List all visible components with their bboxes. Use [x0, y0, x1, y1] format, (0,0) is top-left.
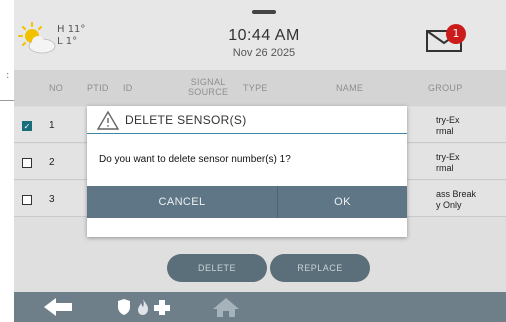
background-divider: [0, 100, 14, 101]
status-header: H 11° L 1° 10:44 AM Nov 26 2025 1: [14, 0, 506, 70]
dialog-actions: CANCEL OK: [87, 186, 407, 218]
footer-bar: [14, 292, 506, 322]
row-group-line1: try-Ex: [436, 152, 460, 162]
current-date: Nov 26 2025: [232, 47, 296, 59]
home-icon[interactable]: [212, 296, 240, 318]
column-signal-source: SIGNAL SOURCE: [188, 77, 228, 97]
police-shield-icon[interactable]: [116, 296, 132, 318]
row-group: try-Ex rmal: [436, 152, 506, 174]
partly-sunny-icon: [18, 22, 56, 54]
row-group-line1: try-Ex: [436, 115, 460, 125]
column-id: ID: [123, 83, 133, 93]
table-header: NO PTID ID SIGNAL SOURCE TYPE NAME GROUP: [14, 70, 506, 106]
clock: 10:44 AM Nov 26 2025: [209, 27, 319, 59]
row-group-line2: y Only: [436, 200, 462, 210]
dialog-title: DELETE SENSOR(S): [125, 113, 247, 127]
background-strip: :: [0, 0, 14, 322]
cancel-button[interactable]: CANCEL: [87, 186, 277, 218]
warning-icon: [97, 110, 119, 130]
column-signal-line2: SOURCE: [188, 87, 229, 97]
dialog-message: Do you want to delete sensor number(s) 1…: [99, 154, 291, 165]
pull-down-handle[interactable]: [252, 10, 276, 14]
row-checkbox[interactable]: ✓: [22, 121, 32, 131]
row-number: 3: [49, 194, 55, 205]
temperature-low: L 1°: [57, 36, 78, 47]
column-signal-line1: SIGNAL: [190, 77, 226, 87]
replace-button[interactable]: REPLACE: [270, 254, 370, 282]
row-group-line2: rmal: [436, 126, 454, 136]
messages-badge: 1: [446, 24, 466, 44]
background-fragment: :: [6, 70, 10, 81]
column-group: GROUP: [428, 83, 463, 93]
weather-temperatures: H 11° L 1°: [57, 24, 85, 48]
fire-icon[interactable]: [135, 296, 151, 318]
column-ptid: PTID: [87, 83, 109, 93]
weather-widget[interactable]: [18, 22, 60, 58]
column-type: TYPE: [243, 83, 268, 93]
column-no: NO: [49, 83, 64, 93]
dialog-title-bar: DELETE SENSOR(S): [87, 106, 407, 134]
medical-cross-icon[interactable]: [153, 296, 171, 318]
row-number: 2: [49, 157, 55, 168]
sensor-panel: H 11° L 1° 10:44 AM Nov 26 2025 1 NO PTI…: [14, 0, 506, 322]
row-group: ass Break y Only: [436, 189, 506, 211]
column-name: NAME: [336, 83, 364, 93]
current-time: 10:44 AM: [228, 27, 300, 44]
back-arrow-icon[interactable]: [42, 296, 74, 318]
row-number: 1: [49, 120, 55, 131]
delete-button[interactable]: DELETE: [167, 254, 267, 282]
row-checkbox[interactable]: [22, 195, 32, 205]
ok-button[interactable]: OK: [277, 186, 407, 218]
row-checkbox[interactable]: [22, 158, 32, 168]
temperature-high: H 11°: [57, 24, 86, 35]
row-group-line1: ass Break: [436, 189, 477, 199]
delete-sensor-dialog: DELETE SENSOR(S) Do you want to delete s…: [87, 106, 407, 237]
row-group-line2: rmal: [436, 163, 454, 173]
row-group: try-Ex rmal: [436, 115, 506, 137]
